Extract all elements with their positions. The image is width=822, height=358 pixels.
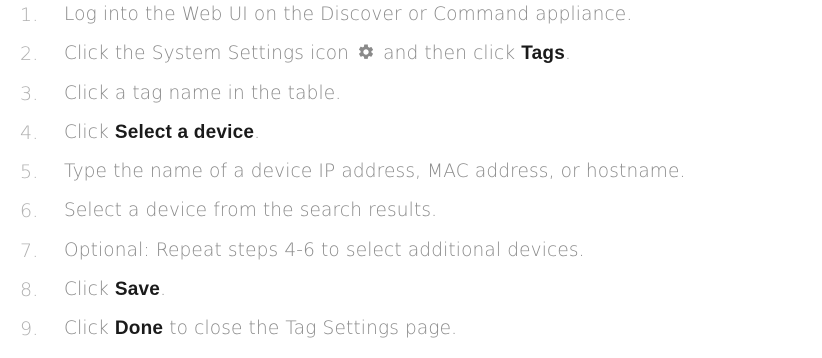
step-6: 6. Select a device from the search resul… <box>0 196 822 235</box>
step-2: 2. Click the System Settings icon and th… <box>0 39 822 78</box>
step-3: 3. Click a tag name in the table. <box>0 79 822 118</box>
done-label: Done <box>114 318 164 340</box>
step-number: 8. <box>20 279 39 302</box>
step-text: Click Done to close the Tag Settings pag… <box>64 318 457 340</box>
select-a-device-label: Select a device <box>114 121 255 143</box>
step-4: 4. Click Select a device. <box>0 118 822 157</box>
step-9: 9. Click Done to close the Tag Settings … <box>0 314 822 353</box>
step-number: 1. <box>20 4 39 26</box>
step-text: Click the System Settings icon and then … <box>64 43 571 65</box>
step-text-before: Click <box>64 318 109 340</box>
step-text: Select a device from the search results. <box>64 200 438 222</box>
step-1: 1. Log into the Web UI on the Discover o… <box>0 0 822 39</box>
step-text: Click a tag name in the table. <box>64 82 342 104</box>
step-number: 5. <box>20 161 39 184</box>
step-number: 3. <box>20 82 39 105</box>
step-5: 5. Type the name of a device IP address,… <box>0 157 822 196</box>
instruction-steps: 1. Log into the Web UI on the Discover o… <box>0 0 822 354</box>
step-text: Click Select a device. <box>64 122 260 144</box>
save-label: Save <box>114 279 161 301</box>
step-text-middle: and then click <box>383 43 516 65</box>
step-number: 9. <box>20 318 39 341</box>
tags-label: Tags <box>521 43 565 65</box>
step-number: 7. <box>20 239 39 262</box>
step-text: Click Save. <box>64 279 166 301</box>
step-text: Type the name of a device IP address, MA… <box>64 161 686 183</box>
step-text-before: Click <box>64 121 109 143</box>
step-text-before: Click the System Settings icon <box>64 43 350 65</box>
step-text: Optional: Repeat steps 4-6 to select add… <box>64 239 585 261</box>
step-number: 6. <box>20 200 39 223</box>
gear-icon <box>359 44 374 60</box>
step-text: Log into the Web UI on the Discover or C… <box>64 4 633 25</box>
step-7: 7. Optional: Repeat steps 4-6 to select … <box>0 236 822 275</box>
step-text-before: Click <box>64 279 109 301</box>
step-8: 8. Click Save. <box>0 275 822 314</box>
step-text-after: . <box>254 121 261 143</box>
step-number: 4. <box>20 121 39 144</box>
step-text-after: . <box>564 43 572 65</box>
step-text-after: . <box>160 279 167 301</box>
step-number: 2. <box>20 43 39 66</box>
step-text-after: to close the Tag Settings page. <box>169 318 458 340</box>
